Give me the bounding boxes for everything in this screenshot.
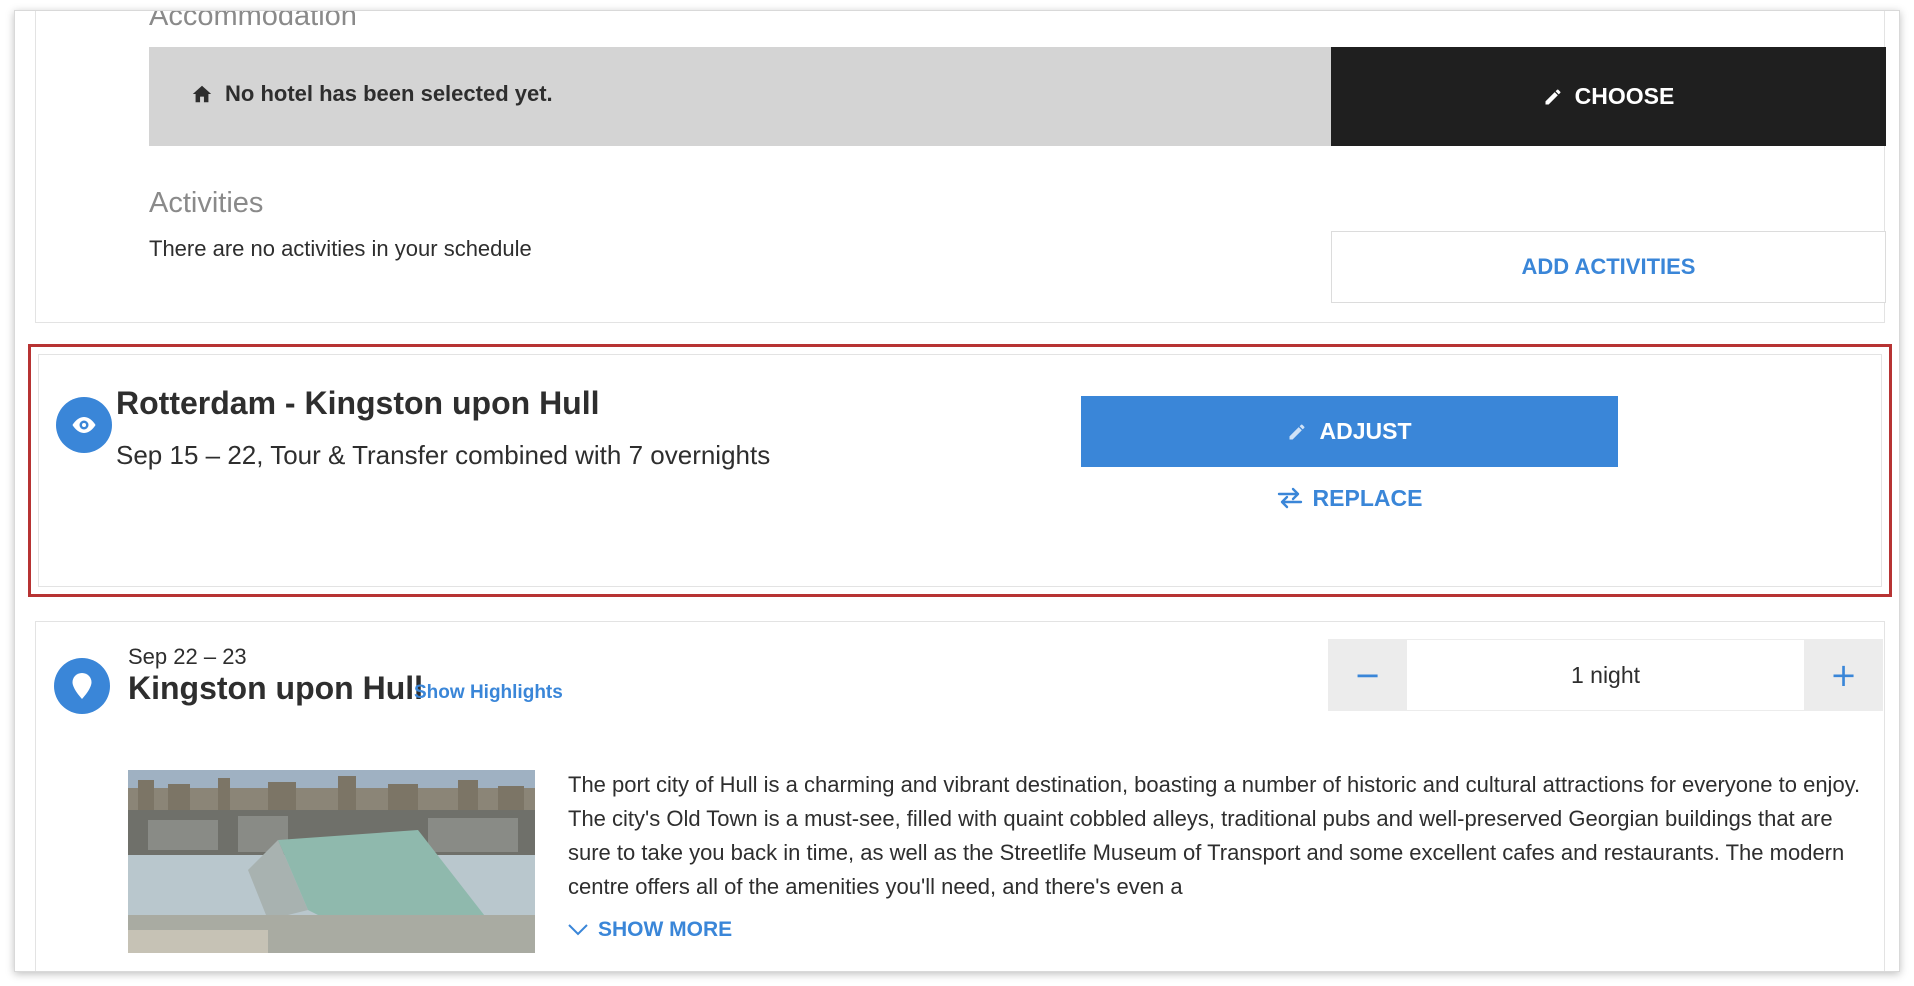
replace-button[interactable]: REPLACE (1081, 473, 1618, 523)
transfer-card: Rotterdam - Kingston upon Hull Sep 15 – … (38, 354, 1882, 587)
activities-heading: Activities (149, 187, 264, 219)
add-activities-button[interactable]: ADD ACTIVITIES (1331, 231, 1886, 303)
adjust-button[interactable]: ADJUST (1081, 396, 1618, 467)
adjust-label: ADJUST (1319, 418, 1412, 444)
decrease-nights-button[interactable]: − (1328, 639, 1407, 711)
itinerary-window: Accommodation No hotel has been selected… (14, 10, 1900, 972)
home-icon (191, 83, 213, 105)
nights-stepper: − 1 night + (1328, 639, 1883, 711)
hotel-empty-text: No hotel has been selected yet. (225, 81, 553, 106)
chevron-down-icon (568, 924, 588, 936)
transfer-title: Rotterdam - Kingston upon Hull (116, 385, 600, 421)
nights-value: 1 night (1407, 639, 1804, 711)
transfer-subtitle: Sep 15 – 22, Tour & Transfer combined wi… (116, 440, 771, 470)
choose-label: CHOOSE (1574, 83, 1675, 109)
swap-arrows-icon (1277, 487, 1303, 509)
activities-empty-text: There are no activities in your schedule (149, 236, 532, 261)
accommodation-heading: Accommodation (149, 10, 357, 32)
stop-details-card: Accommodation No hotel has been selected… (35, 10, 1886, 323)
city-photo (128, 770, 535, 953)
stay-dates: Sep 22 – 23 (128, 644, 247, 669)
city-description: The port city of Hull is a charming and … (568, 772, 1861, 899)
increase-nights-button[interactable]: + (1804, 639, 1883, 711)
pencil-icon (1543, 87, 1563, 107)
eye-icon[interactable] (56, 397, 112, 453)
show-more-label: SHOW MORE (598, 918, 733, 941)
pencil-icon (1287, 422, 1307, 442)
show-more-button[interactable]: SHOW MORE (568, 918, 732, 942)
show-highlights-link[interactable]: Show Highlights (414, 682, 563, 704)
choose-hotel-button[interactable]: CHOOSE (1331, 47, 1886, 146)
city-name: Kingston upon Hull (128, 670, 424, 706)
highlight-frame: Rotterdam - Kingston upon Hull Sep 15 – … (28, 344, 1892, 597)
destination-card: Sep 22 – 23 Kingston upon Hull Show High… (35, 621, 1885, 971)
replace-label: REPLACE (1312, 484, 1423, 511)
hotel-status-bar: No hotel has been selected yet. (149, 47, 1331, 146)
location-pin-icon (54, 658, 110, 714)
